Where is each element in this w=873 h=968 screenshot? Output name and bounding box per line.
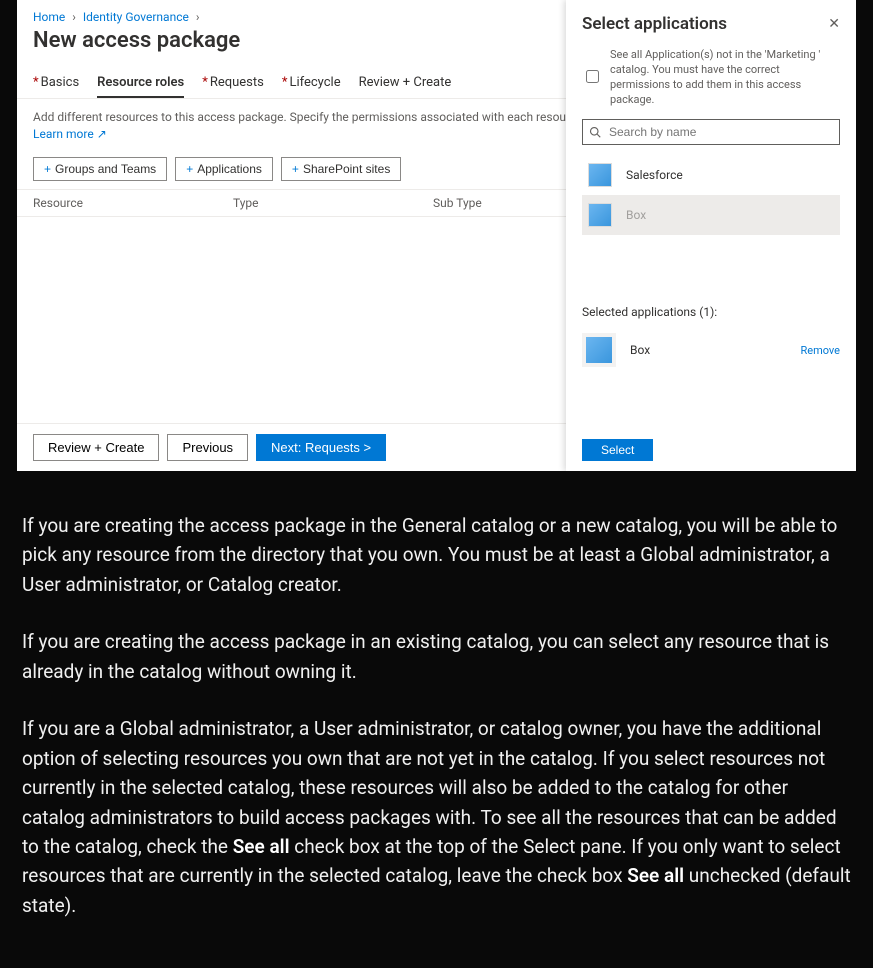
panel-title: Select applications: [582, 14, 727, 34]
app-row-box[interactable]: Box: [582, 195, 840, 235]
review-create-button[interactable]: Review + Create: [33, 434, 159, 461]
breadcrumb-identity-governance[interactable]: Identity Governance: [83, 10, 189, 24]
plus-icon: +: [44, 162, 51, 176]
chevron-right-icon: ›: [192, 10, 204, 24]
app-label: Box: [626, 208, 646, 222]
app-tile-icon: [588, 163, 612, 187]
close-icon[interactable]: ✕: [828, 16, 840, 32]
add-applications-button[interactable]: +Applications: [175, 157, 273, 181]
plus-icon: +: [186, 162, 193, 176]
select-button[interactable]: Select: [582, 439, 653, 461]
selected-app-row: Box Remove: [582, 329, 840, 371]
see-all-description: See all Application(s) not in the 'Marke…: [610, 48, 840, 107]
app-tile-icon: [588, 203, 612, 227]
col-subtype: Sub Type: [433, 196, 573, 210]
app-tile-icon: [582, 333, 616, 367]
next-button[interactable]: Next: Requests >: [256, 434, 386, 461]
search-icon: [589, 126, 601, 138]
breadcrumb-home[interactable]: Home: [33, 10, 65, 24]
previous-button[interactable]: Previous: [167, 434, 248, 461]
tab-basics[interactable]: *Basics: [33, 69, 79, 98]
search-box[interactable]: [582, 119, 840, 145]
azure-portal-window: Home › Identity Governance › New access …: [17, 0, 856, 471]
select-applications-panel: Select applications ✕ See all Applicatio…: [566, 0, 856, 471]
chevron-right-icon: ›: [68, 10, 80, 24]
add-sharepoint-button[interactable]: +SharePoint sites: [281, 157, 401, 181]
tab-review-create[interactable]: Review + Create: [359, 69, 452, 98]
remove-link[interactable]: Remove: [800, 344, 840, 357]
doc-paragraph-2: If you are creating the access package i…: [22, 627, 851, 686]
search-input[interactable]: [607, 124, 833, 140]
col-type: Type: [233, 196, 433, 210]
col-resource: Resource: [33, 196, 233, 210]
see-all-row: See all Application(s) not in the 'Marke…: [582, 48, 840, 107]
learn-more-link[interactable]: Learn more ↗: [33, 127, 107, 141]
see-all-checkbox[interactable]: [586, 49, 599, 104]
documentation-text: If you are creating the access package i…: [0, 471, 873, 968]
tab-lifecycle[interactable]: *Lifecycle: [282, 69, 341, 98]
app-label: Salesforce: [626, 168, 683, 182]
plus-icon: +: [292, 162, 299, 176]
doc-paragraph-3: If you are a Global administrator, a Use…: [22, 714, 851, 920]
external-link-icon: ↗: [97, 127, 107, 141]
selected-applications-label: Selected applications (1):: [582, 305, 840, 319]
doc-paragraph-1: If you are creating the access package i…: [22, 511, 851, 599]
tab-requests[interactable]: *Requests: [202, 69, 264, 98]
selected-app-name: Box: [630, 343, 650, 357]
add-groups-teams-button[interactable]: +Groups and Teams: [33, 157, 167, 181]
app-row-salesforce[interactable]: Salesforce: [582, 155, 840, 195]
tab-resource-roles[interactable]: Resource roles: [97, 69, 184, 98]
panel-footer: Select: [582, 429, 840, 471]
